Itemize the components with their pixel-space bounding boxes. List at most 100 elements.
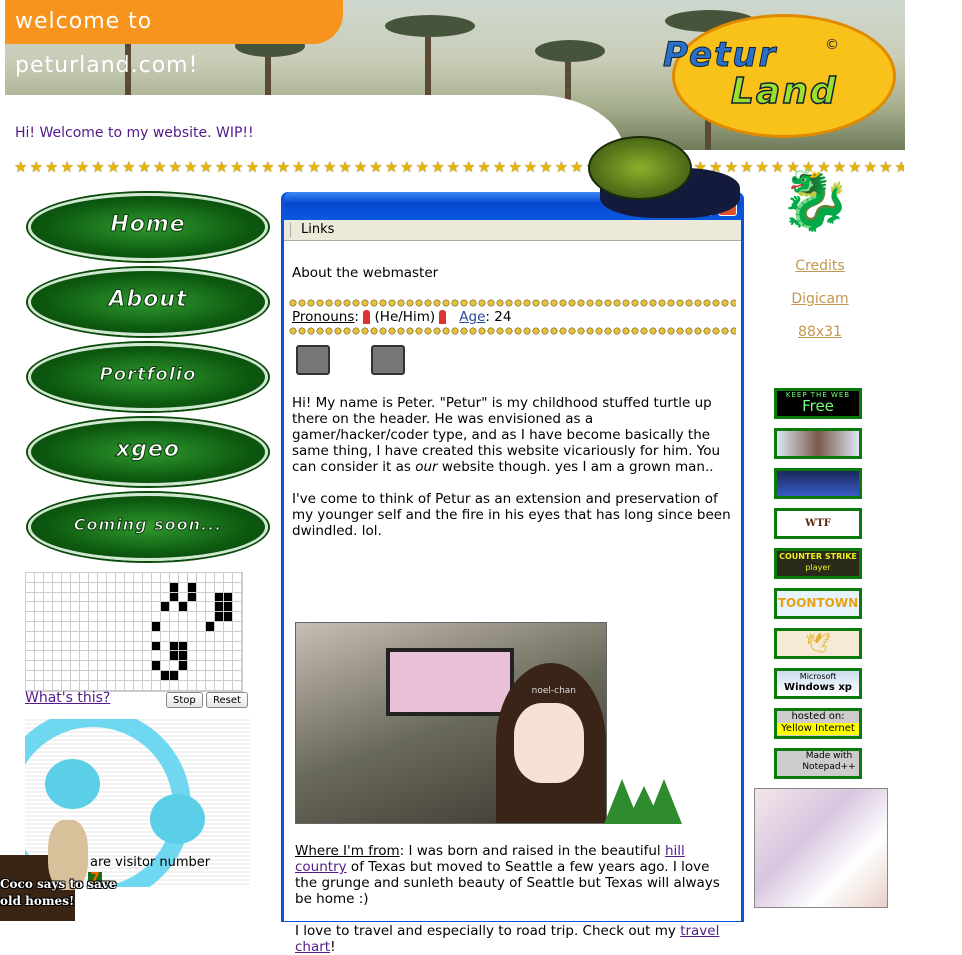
life-cell[interactable] [206, 661, 215, 671]
life-cell[interactable] [107, 582, 116, 593]
life-cell[interactable] [161, 641, 170, 652]
life-cell[interactable] [152, 582, 161, 593]
life-cell[interactable] [188, 641, 197, 652]
life-cell[interactable] [125, 573, 134, 583]
life-cell[interactable] [71, 621, 80, 632]
life-cell[interactable] [134, 573, 143, 583]
life-cell[interactable] [98, 582, 107, 593]
life-cell[interactable] [98, 602, 107, 613]
life-cell[interactable] [107, 651, 116, 662]
life-cell[interactable] [152, 592, 161, 603]
windows-xp-button[interactable]: Microsoft Windows xp [774, 668, 862, 699]
life-cell[interactable] [206, 602, 215, 613]
life-cell[interactable] [215, 641, 224, 652]
life-cell[interactable] [80, 661, 89, 671]
life-cell[interactable] [89, 612, 98, 622]
life-cell[interactable] [44, 592, 53, 603]
life-cell[interactable] [125, 641, 134, 652]
nav-home-button[interactable]: Home [28, 193, 268, 261]
life-cell[interactable] [161, 592, 170, 603]
life-cell[interactable] [107, 661, 116, 671]
life-cell[interactable] [134, 651, 143, 662]
life-cell[interactable] [26, 621, 35, 632]
stop-button[interactable]: Stop [166, 692, 203, 708]
life-cell[interactable] [224, 602, 233, 613]
life-cell[interactable] [179, 573, 188, 583]
life-cell[interactable] [62, 641, 71, 652]
life-cell[interactable] [26, 661, 35, 671]
life-cell[interactable] [215, 651, 224, 662]
nav-portfolio-button[interactable]: Portfolio [28, 343, 268, 411]
life-cell[interactable] [116, 602, 125, 613]
life-cell[interactable] [35, 631, 44, 642]
life-cell[interactable] [170, 631, 179, 642]
life-cell[interactable] [62, 670, 71, 681]
life-cell[interactable] [197, 602, 206, 613]
life-cell[interactable] [53, 670, 62, 681]
life-cell[interactable] [179, 582, 188, 593]
life-cell[interactable] [152, 670, 161, 681]
life-cell[interactable] [188, 670, 197, 681]
life-cell[interactable] [107, 612, 116, 622]
life-cell[interactable] [170, 680, 179, 691]
life-cell[interactable] [197, 621, 206, 632]
life-cell[interactable] [134, 670, 143, 681]
life-cell[interactable] [152, 680, 161, 691]
life-cell[interactable] [125, 582, 134, 593]
life-cell[interactable] [44, 651, 53, 662]
life-cell[interactable] [152, 641, 161, 652]
life-cell[interactable] [62, 651, 71, 662]
life-cell[interactable] [98, 631, 107, 642]
life-cell[interactable] [179, 680, 188, 691]
life-cell[interactable] [170, 612, 179, 622]
life-cell[interactable] [89, 661, 98, 671]
life-cell[interactable] [224, 670, 233, 681]
life-cell[interactable] [134, 612, 143, 622]
life-cell[interactable] [188, 651, 197, 662]
life-cell[interactable] [26, 602, 35, 613]
life-cell[interactable] [35, 592, 44, 603]
life-cell[interactable] [62, 582, 71, 593]
life-cell[interactable] [98, 573, 107, 583]
life-cell[interactable] [71, 670, 80, 681]
life-cell[interactable] [215, 670, 224, 681]
life-cell[interactable] [80, 670, 89, 681]
life-cell[interactable] [224, 661, 233, 671]
life-cell[interactable] [125, 631, 134, 642]
life-cell[interactable] [107, 592, 116, 603]
life-cell[interactable] [62, 602, 71, 613]
life-cell[interactable] [233, 573, 242, 583]
life-cell[interactable] [188, 602, 197, 613]
wtf-1971-button[interactable]: WTF Happened In 1971? [774, 508, 862, 539]
life-cell[interactable] [134, 631, 143, 642]
life-cell[interactable] [134, 592, 143, 603]
life-cell[interactable] [35, 661, 44, 671]
life-cell[interactable] [197, 680, 206, 691]
life-cell[interactable] [233, 621, 242, 632]
life-cell[interactable] [116, 612, 125, 622]
life-cell[interactable] [80, 651, 89, 662]
life-cell[interactable] [179, 612, 188, 622]
life-cell[interactable] [125, 670, 134, 681]
life-cell[interactable] [224, 651, 233, 662]
life-cell[interactable] [71, 661, 80, 671]
life-cell[interactable] [206, 592, 215, 603]
life-cell[interactable] [233, 661, 242, 671]
life-cell[interactable] [179, 621, 188, 632]
life-cell[interactable] [53, 661, 62, 671]
life-cell[interactable] [116, 670, 125, 681]
life-cell[interactable] [71, 651, 80, 662]
life-cell[interactable] [35, 670, 44, 681]
life-cell[interactable] [125, 612, 134, 622]
life-cell[interactable] [224, 621, 233, 632]
life-cell[interactable] [197, 631, 206, 642]
life-cell[interactable] [143, 680, 152, 691]
life-cell[interactable] [233, 641, 242, 652]
life-cell[interactable] [143, 651, 152, 662]
life-cell[interactable] [206, 641, 215, 652]
life-cell[interactable] [116, 651, 125, 662]
life-cell[interactable] [215, 680, 224, 691]
life-cell[interactable] [206, 680, 215, 691]
life-cell[interactable] [206, 582, 215, 593]
life-cell[interactable] [89, 631, 98, 642]
